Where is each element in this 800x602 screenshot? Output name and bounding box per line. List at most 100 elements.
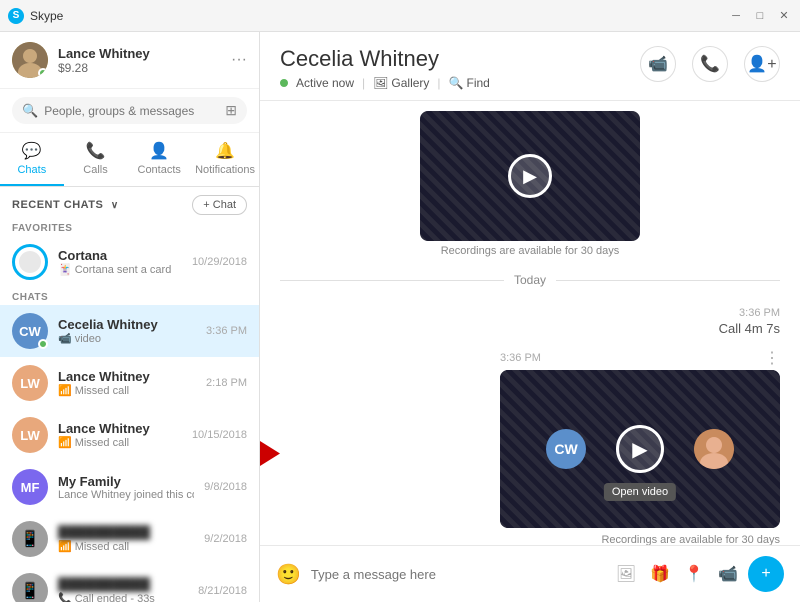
search-input[interactable] <box>44 104 219 118</box>
active-dot <box>280 79 288 87</box>
list-item[interactable]: MF My Family Lance Whitney joined this c… <box>0 461 259 513</box>
call-message: 3:36 PM Call 4m 7s <box>280 307 780 336</box>
app-title: Skype <box>30 9 63 23</box>
video-message-button[interactable]: 📹 <box>718 564 738 584</box>
tab-contacts-label: Contacts <box>138 164 181 176</box>
avatar: CW <box>12 313 48 349</box>
messages-area: ▶ Recordings are available for 30 days T… <box>260 101 800 545</box>
search-wrapper: 🔍 ⊞ <box>12 97 247 124</box>
chat-header-actions: 📹 📞 👤+ <box>640 46 780 82</box>
tab-chats-label: Chats <box>17 164 46 176</box>
video-time: 3:36 PM <box>500 352 541 364</box>
chat-info: My Family Lance Whitney joined this co..… <box>58 474 194 501</box>
call-duration: Call 4m 7s <box>719 321 780 336</box>
sidebar: Lance Whitney $9.28 ··· 🔍 ⊞ 💬 Chats 📞 Ca… <box>0 32 260 602</box>
skype-icon: S <box>8 8 24 24</box>
send-button[interactable]: + <box>748 556 784 592</box>
avatar: LW <box>12 365 48 401</box>
video-call-button[interactable]: 📹 <box>640 46 676 82</box>
close-button[interactable]: ✕ <box>776 8 792 24</box>
image-attach-button[interactable]: 🖼 <box>616 564 636 584</box>
more-options-button[interactable]: ··· <box>231 51 247 69</box>
list-item[interactable]: Cortana 🃏 Cortana sent a card 10/29/2018 <box>0 236 259 288</box>
recording-caption: Recordings are available for 30 days <box>441 245 620 257</box>
call-time: 3:36 PM <box>739 307 780 319</box>
list-item[interactable]: 📱 ██████████ 📶 Missed call 9/2/2018 <box>0 513 259 565</box>
avatar <box>12 244 48 280</box>
video-thumbnail[interactable]: ▶ <box>420 111 640 241</box>
favorites-header: FAVORITES <box>0 219 259 236</box>
chat-info: ██████████ 📶 Missed call <box>58 525 194 553</box>
today-divider: Today <box>280 273 780 287</box>
avatar: LW <box>12 417 48 453</box>
more-options-icon[interactable]: ⋮ <box>764 348 780 368</box>
play-video-button[interactable]: ▶ <box>616 425 664 473</box>
status-dot <box>38 339 48 349</box>
today-label: Today <box>514 273 546 287</box>
old-video-message: ▶ Recordings are available for 30 days <box>280 111 780 257</box>
chat-area: Cecelia Whitney Active now | 🖼 Gallery |… <box>260 32 800 602</box>
gallery-link[interactable]: 🖼 Gallery <box>373 76 429 90</box>
profile-name: Lance Whitney <box>58 46 221 61</box>
list-item[interactable]: CW Cecelia Whitney 📹 video 3:36 PM <box>0 305 259 357</box>
call-icon: 📞 <box>58 592 72 602</box>
new-chat-button[interactable]: + Chat <box>192 195 247 215</box>
tab-chats[interactable]: 💬 Chats <box>0 133 64 186</box>
person-right-avatar <box>694 429 734 469</box>
chevron-down-icon: ∨ <box>111 200 119 211</box>
gallery-icon: 🖼 <box>373 76 388 90</box>
recording-caption-bottom: Recordings are available for 30 days <box>601 534 780 545</box>
profile-balance: $9.28 <box>58 61 221 75</box>
search-box: 🔍 ⊞ <box>0 89 259 133</box>
profile-info: Lance Whitney $9.28 <box>58 46 221 75</box>
title-bar-controls: ─ □ ✕ <box>728 8 792 24</box>
chat-info: Lance Whitney 📶 Missed call <box>58 421 182 449</box>
list-item[interactable]: LW Lance Whitney 📶 Missed call 2:18 PM <box>0 357 259 409</box>
avatar <box>12 42 48 78</box>
missed-call-icon: 📶 <box>58 540 72 553</box>
emoji-button[interactable]: 🙂 <box>276 562 301 587</box>
minimize-button[interactable]: ─ <box>728 8 744 24</box>
location-button[interactable]: 📍 <box>684 564 704 584</box>
maximize-button[interactable]: □ <box>752 8 768 24</box>
contact-name: Cecelia Whitney <box>280 46 490 72</box>
recent-chats-header: RECENT CHATS ∨ + Chat <box>0 187 259 219</box>
title-bar-left: S Skype <box>8 8 63 24</box>
grid-icon[interactable]: ⊞ <box>225 102 237 119</box>
tab-calls-label: Calls <box>83 164 107 176</box>
chat-header: Cecelia Whitney Active now | 🖼 Gallery |… <box>260 32 800 101</box>
tab-contacts[interactable]: 👤 Contacts <box>127 133 191 186</box>
chats-icon: 💬 <box>22 141 42 161</box>
tab-notifications[interactable]: 🔔 Notifications <box>191 133 259 186</box>
open-video-tooltip: Open video <box>604 483 676 501</box>
avatar: 📱 <box>12 521 48 557</box>
tab-calls[interactable]: 📞 Calls <box>64 133 128 186</box>
list-item[interactable]: 📱 ██████████ 📞 Call ended - 33s 8/21/201… <box>0 565 259 602</box>
missed-call-icon: 📶 <box>58 436 72 449</box>
main-container: Lance Whitney $9.28 ··· 🔍 ⊞ 💬 Chats 📞 Ca… <box>0 32 800 602</box>
chat-info: Cecelia Whitney 📹 video <box>58 317 196 345</box>
add-participant-button[interactable]: 👤+ <box>744 46 780 82</box>
chats-section-label: CHATS <box>0 288 259 305</box>
recent-chats-label: RECENT CHATS ∨ <box>12 199 119 211</box>
video-player[interactable]: CW ▶ Open video <box>500 370 780 528</box>
title-bar: S Skype ─ □ ✕ <box>0 0 800 32</box>
play-button[interactable]: ▶ <box>508 154 552 198</box>
active-status: Active now <box>296 76 354 90</box>
search-icon: 🔍 <box>22 103 38 119</box>
contacts-icon: 👤 <box>149 141 169 161</box>
video-recording-section: 3:36 PM ⋮ CW ▶ Open video <box>280 348 780 545</box>
nav-tabs: 💬 Chats 📞 Calls 👤 Contacts 🔔 Notificatio… <box>0 133 259 187</box>
avatar: 📱 <box>12 573 48 602</box>
chat-info: ██████████ 📞 Call ended - 33s <box>58 577 188 602</box>
list-item[interactable]: LW Lance Whitney 📶 Missed call 10/15/201… <box>0 409 259 461</box>
chat-info: Cortana 🃏 Cortana sent a card <box>58 248 182 276</box>
audio-call-button[interactable]: 📞 <box>692 46 728 82</box>
message-input[interactable] <box>311 567 606 582</box>
profile-header: Lance Whitney $9.28 ··· <box>0 32 259 89</box>
red-arrow <box>260 424 280 489</box>
status-bar: Active now | 🖼 Gallery | 🔍 Find <box>280 76 490 90</box>
gift-button[interactable]: 🎁 <box>650 564 670 584</box>
input-actions: 🖼 🎁 📍 📹 <box>616 564 738 584</box>
find-link[interactable]: 🔍 Find <box>449 76 490 90</box>
